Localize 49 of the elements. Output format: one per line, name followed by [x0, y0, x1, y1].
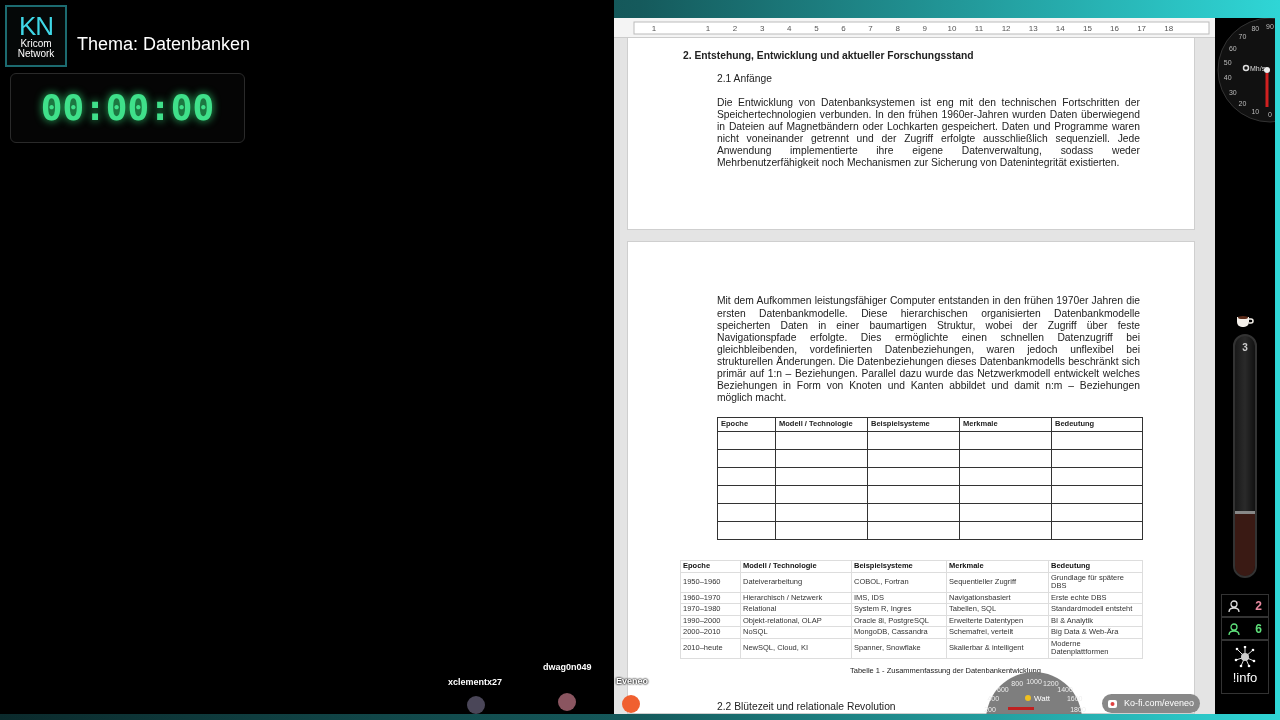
ruler-number: 16 [1110, 24, 1119, 33]
info-command: !info [1232, 669, 1258, 688]
kofi-link[interactable]: Ko-fi.com/eveneo [1124, 696, 1195, 711]
paragraph: Mit dem Aufkommen leistungsfähiger Computer entstanden in den frühen 1970er Jahren die ersten Datenbankmodelle. Diese hierarchischen organisierten Datenbankmodelle speicherten Daten in einer baumartigen Struktur, wobei der Zugriff über feste Navigationspfade erfolgte. Dies ermöglichte einen schnellen Datenzugriff bei gleichbleibenden, vordefinierten Datenbeziehungen, waren jedoch unflexibel bei strukturellen Änderungen. Die Datenbeziehungen dieses Datenbankmodells beschränkt sich primär auf 1:n – Beziehungen. Parallel dazu wurde das Netzwerkmodell entwickelt welches Beziehungen in Form von Knoten und Kanten abbildet und damit n:m – Beziehungen möglich macht. [717, 295, 1140, 405]
coffee-cup-icon [1236, 314, 1254, 328]
network-icon [1233, 646, 1257, 669]
ruler-number: 18 [1164, 24, 1174, 33]
gauge-needle [1265, 73, 1269, 107]
logo-text: Network [17, 49, 55, 59]
logo-text: Kricom [20, 39, 52, 49]
person-icon [1228, 599, 1240, 612]
section-heading: 2. Entstehung, Entwicklung und aktueller Forschungsstand [683, 49, 975, 62]
subsection-heading: 2.2 Blütezeit und relationale Revolution [717, 700, 896, 713]
ruler-number: 5 [814, 24, 819, 33]
viewer-count: 2 [1255, 597, 1262, 615]
stream-title: Thema: Datenbanken [77, 33, 251, 56]
ruler-number: 10 [947, 24, 957, 33]
indicator-dot [1025, 695, 1031, 701]
viewer-name: dwag0n049 [543, 661, 592, 674]
gauge-unit: Watt [1033, 694, 1051, 703]
ruler-number: 9 [922, 24, 928, 33]
ruler-number: 14 [1055, 24, 1065, 33]
ruler-number: 2 [732, 24, 738, 33]
ruler-number: 13 [1028, 24, 1038, 33]
timer-display: 00:00:00 [10, 73, 245, 143]
gear-icon [1242, 64, 1250, 72]
gauge-needle [1008, 707, 1034, 710]
ruler-number: 15 [1082, 24, 1092, 33]
ruler-number: 17 [1137, 24, 1147, 33]
kofi-badge[interactable]: Ko-fi.com/eveneo [1102, 694, 1201, 713]
needle-pivot [1264, 67, 1270, 73]
ruler-number: 4 [787, 24, 792, 33]
coffee-count: 3 [1241, 341, 1249, 355]
ruler-number: 11 [974, 24, 984, 33]
person-icon [1228, 622, 1240, 635]
ruler-number: 3 [759, 24, 765, 33]
ruler-number: 1 [705, 24, 711, 33]
ruler-number: 6 [841, 24, 846, 33]
paragraph: Die Entwicklung von Datenbanksystemen ist eng mit den technischen Fortschritten der Speichertechnologien verbunden. In den frühen 1960er-Jahren wurden Daten überwiegend in Dateien auf Magnetbändern oder Lochkarten gespeichert. Daten und Programme waren nicht voneinander getrennt und der Zugriff erfolgte ausschließlich sequenziell. Jede Anwendung implementierte ihre eigene Datenverwaltung, sodass weder Mehrbenutzerfähigkeit noch Mechanismen zur Sicherung von Datenintegrität existierten. [717, 96, 1140, 170]
ruler-number: 8 [895, 24, 900, 33]
viewer-count: 6 [1255, 620, 1262, 638]
cup-icon [1108, 698, 1120, 709]
viewer-name: xclementx27 [448, 676, 503, 689]
subsection-heading: 2.1 Anfänge [717, 72, 773, 85]
ruler-number: 7 [868, 24, 873, 33]
ruler-number: 12 [1001, 24, 1011, 33]
viewer-name: Eveneo [616, 675, 648, 688]
ruler-number: 1 [651, 24, 657, 33]
logo-initials: KN [18, 13, 54, 39]
